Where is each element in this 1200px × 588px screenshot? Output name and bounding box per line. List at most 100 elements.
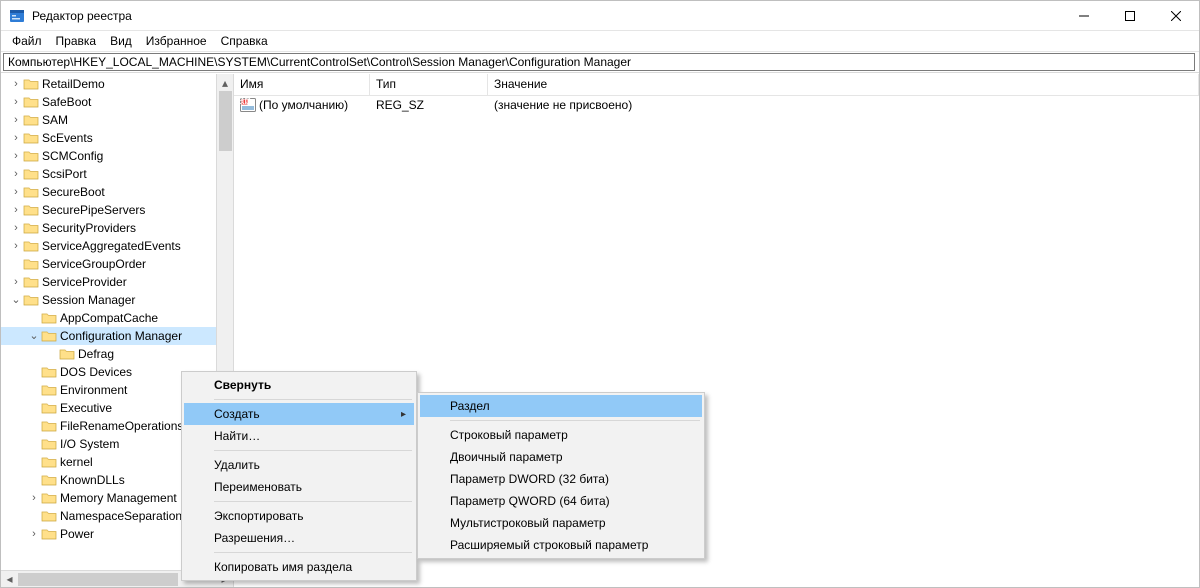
ctx-rename[interactable]: Переименовать — [184, 476, 414, 498]
folder-icon — [41, 311, 57, 325]
tree-label: Environment — [60, 383, 127, 397]
folder-icon — [41, 401, 57, 415]
col-type[interactable]: Тип — [370, 74, 488, 95]
folder-icon — [41, 455, 57, 469]
separator — [214, 501, 412, 502]
chevron-right-icon[interactable]: › — [27, 527, 41, 541]
tree-label: SafeBoot — [42, 95, 91, 109]
col-name[interactable]: Имя — [234, 74, 370, 95]
separator — [214, 552, 412, 553]
address-input[interactable]: Компьютер\HKEY_LOCAL_MACHINE\SYSTEM\Curr… — [3, 53, 1195, 71]
tree-label: ServiceGroupOrder — [42, 257, 146, 271]
ctx-find[interactable]: Найти… — [184, 425, 414, 447]
menu-file[interactable]: Файл — [5, 33, 49, 49]
app-icon — [9, 8, 25, 24]
menu-edit[interactable]: Правка — [49, 33, 104, 49]
ctx-permissions[interactable]: Разрешения… — [184, 527, 414, 549]
tree-label: Session Manager — [42, 293, 135, 307]
value-data: (значение не присвоено) — [488, 98, 1199, 112]
chevron-right-icon[interactable]: › — [9, 203, 23, 217]
ctx-new-expandstring[interactable]: Расширяемый строковый параметр — [420, 534, 702, 556]
tree-label: I/O System — [60, 437, 119, 451]
ctx-new-qword[interactable]: Параметр QWORD (64 бита) — [420, 490, 702, 512]
tree-label: SecurePipeServers — [42, 203, 145, 217]
ctx-new-string[interactable]: Строковый параметр — [420, 424, 702, 446]
folder-icon — [23, 77, 39, 91]
tree-item-appcompatcache[interactable]: AppCompatCache — [1, 309, 233, 327]
folder-icon — [23, 293, 39, 307]
ctx-collapse[interactable]: Свернуть — [184, 374, 414, 396]
chevron-right-icon[interactable]: › — [9, 239, 23, 253]
menu-help[interactable]: Справка — [214, 33, 275, 49]
tree-label: ServiceProvider — [42, 275, 127, 289]
tree-label: ScsiPort — [42, 167, 87, 181]
tree-label: Configuration Manager — [60, 329, 182, 343]
tree-label: Power — [60, 527, 94, 541]
list-row[interactable]: (По умолчанию) REG_SZ (значение не присв… — [234, 96, 1199, 114]
ctx-new-dword[interactable]: Параметр DWORD (32 бита) — [420, 468, 702, 490]
col-value[interactable]: Значение — [488, 74, 1199, 95]
tree-item-scsiport[interactable]: › ScsiPort — [1, 165, 233, 183]
folder-icon — [59, 347, 75, 361]
tree-item-securityproviders[interactable]: ›SecurityProviders — [1, 219, 233, 237]
scroll-up-icon[interactable]: ▴ — [217, 74, 233, 91]
maximize-button[interactable] — [1107, 1, 1153, 31]
tree-label: ScEvents — [42, 131, 93, 145]
tree-label: RetailDemo — [42, 77, 105, 91]
chevron-right-icon[interactable]: › — [9, 113, 23, 127]
chevron-right-icon[interactable]: › — [27, 491, 41, 505]
menu-fav[interactable]: Избранное — [139, 33, 214, 49]
tree-label: FileRenameOperations — [60, 419, 183, 433]
ctx-copy-key-name[interactable]: Копировать имя раздела — [184, 556, 414, 578]
minimize-button[interactable] — [1061, 1, 1107, 31]
tree-label: Defrag — [78, 347, 114, 361]
chevron-right-icon[interactable]: › — [9, 149, 23, 163]
tree-item-serviceprovider[interactable]: › ServiceProvider — [1, 273, 233, 291]
ctx-new-key[interactable]: Раздел — [420, 395, 702, 417]
tree-item-scevents[interactable]: › ScEvents — [1, 129, 233, 147]
folder-icon — [41, 329, 57, 343]
tree-item-securepipeservers[interactable]: › SecurePipeServers — [1, 201, 233, 219]
vscroll-thumb[interactable] — [219, 91, 232, 151]
tree-label: SCMConfig — [42, 149, 103, 163]
chevron-down-icon[interactable]: ⌄ — [9, 293, 23, 307]
tree-item-safeboot[interactable]: › SafeBoot — [1, 93, 233, 111]
tree-item-defrag[interactable]: Defrag — [1, 345, 233, 363]
chevron-right-icon[interactable]: › — [9, 221, 23, 235]
chevron-right-icon[interactable]: › — [9, 185, 23, 199]
chevron-right-icon[interactable]: › — [9, 131, 23, 145]
chevron-right-icon[interactable]: › — [9, 95, 23, 109]
menu-view[interactable]: Вид — [103, 33, 139, 49]
tree-label: ServiceAggregatedEvents — [42, 239, 181, 253]
chevron-right-icon[interactable]: › — [9, 275, 23, 289]
tree-item-secureboot[interactable]: ›SecureBoot — [1, 183, 233, 201]
tree-label: SAM — [42, 113, 68, 127]
ctx-new-binary[interactable]: Двоичный параметр — [420, 446, 702, 468]
close-button[interactable] — [1153, 1, 1199, 31]
context-submenu-new[interactable]: Раздел Строковый параметр Двоичный парам… — [417, 392, 705, 559]
tree-item-configurationmanager[interactable]: ⌄ Configuration Manager — [1, 327, 233, 345]
tree-item-sessionmanager[interactable]: ⌄ Session Manager — [1, 291, 233, 309]
menubar: Файл Правка Вид Избранное Справка — [1, 31, 1199, 51]
chevron-right-icon[interactable]: › — [9, 167, 23, 181]
context-menu[interactable]: Свернуть Создать▸ Найти… Удалить Переиме… — [181, 371, 417, 581]
tree-item-retaildemo[interactable]: › RetailDemo — [1, 75, 233, 93]
tree-item-serviceaggregatedevents[interactable]: › ServiceAggregatedEvents — [1, 237, 233, 255]
ctx-delete[interactable]: Удалить — [184, 454, 414, 476]
ctx-new-multistring[interactable]: Мультистроковый параметр — [420, 512, 702, 534]
chevron-right-icon[interactable]: › — [9, 77, 23, 91]
separator — [214, 399, 412, 400]
tree-item-sam[interactable]: › SAM — [1, 111, 233, 129]
ctx-export[interactable]: Экспортировать — [184, 505, 414, 527]
tree-label: kernel — [60, 455, 93, 469]
folder-icon — [41, 527, 57, 541]
hscroll-thumb[interactable] — [18, 573, 178, 586]
scroll-left-icon[interactable]: ◂ — [1, 571, 18, 588]
chevron-down-icon[interactable]: ⌄ — [27, 329, 41, 343]
tree-item-scmconfig[interactable]: › SCMConfig — [1, 147, 233, 165]
value-type: REG_SZ — [370, 98, 488, 112]
submenu-arrow-icon: ▸ — [401, 409, 406, 420]
ctx-new[interactable]: Создать▸ — [184, 403, 414, 425]
folder-icon — [23, 113, 39, 127]
tree-item-servicegrouporder[interactable]: ServiceGroupOrder — [1, 255, 233, 273]
